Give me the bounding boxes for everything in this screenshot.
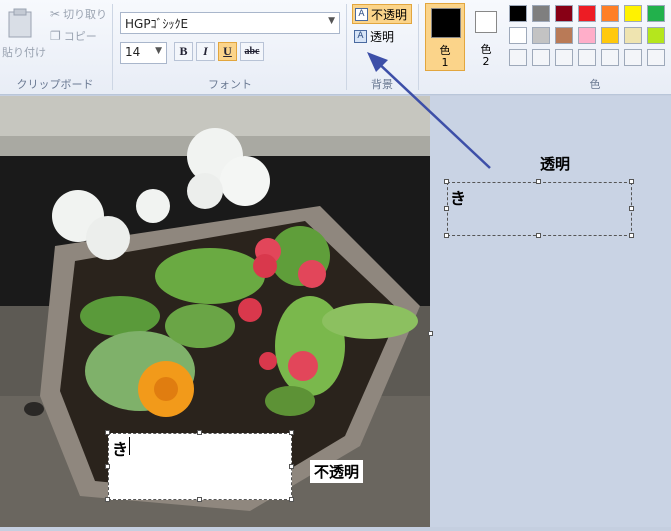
italic-button[interactable]: I — [196, 42, 215, 61]
color2-swatch — [475, 11, 497, 33]
font-size-value: 14 — [125, 45, 141, 59]
resize-handle[interactable] — [629, 233, 634, 238]
bold-button[interactable]: B — [174, 42, 193, 61]
resize-handle[interactable] — [536, 179, 541, 184]
transparent-icon: A — [354, 29, 367, 43]
paste-label: 貼り付け — [2, 46, 46, 59]
palette-swatch[interactable] — [509, 5, 527, 22]
transparent-label: 透明 — [370, 29, 395, 44]
palette-swatch[interactable] — [624, 5, 642, 22]
font-name-select[interactable]: HGPｺﾞｼｯｸE ▼ — [120, 12, 340, 34]
opaque-text-box[interactable]: き — [108, 433, 292, 500]
opaque-caption: 不透明 — [310, 460, 364, 483]
chevron-down-icon: ▼ — [328, 16, 335, 26]
paint-canvas[interactable]: き 不透明 — [0, 96, 430, 527]
palette-swatch[interactable] — [555, 49, 573, 66]
color2-number: 2 — [482, 55, 490, 68]
copy-button[interactable]: ❐ コピー — [50, 28, 97, 44]
separator — [418, 4, 419, 90]
separator — [112, 4, 113, 90]
resize-handle[interactable] — [289, 497, 294, 502]
colors-group-label: 色 — [589, 78, 601, 91]
resize-handle[interactable] — [105, 497, 110, 502]
cut-label: 切り取り — [63, 8, 108, 21]
resize-handle[interactable] — [105, 464, 110, 469]
palette-swatch[interactable] — [647, 49, 665, 66]
palette-swatch[interactable] — [624, 27, 642, 44]
separator — [346, 4, 347, 90]
palette-swatch[interactable] — [578, 49, 596, 66]
ribbon: 貼り付け ✂ 切り取り ❐ コピー クリップボード HGPｺﾞｼｯｸE ▼ 14… — [0, 0, 671, 95]
font-name-value: HGPｺﾞｼｯｸE — [125, 17, 189, 31]
palette-swatch[interactable] — [555, 5, 573, 22]
palette-swatch[interactable] — [532, 27, 550, 44]
transparent-button[interactable]: A 透明 — [352, 26, 412, 46]
clipboard-icon — [8, 8, 32, 38]
transparent-caption: 透明 — [540, 155, 571, 173]
palette-swatch[interactable] — [578, 5, 596, 22]
scissors-icon: ✂ — [50, 7, 61, 21]
font-size-select[interactable]: 14 ▼ — [120, 42, 167, 64]
resize-handle[interactable] — [444, 179, 449, 184]
color2-button[interactable]: 色 2 — [470, 3, 502, 71]
canvas-background-area: 透明 き — [428, 96, 671, 527]
palette-swatch[interactable] — [532, 49, 550, 66]
palette-swatch[interactable] — [601, 49, 619, 66]
copy-label: コピー — [63, 30, 97, 43]
palette-swatch[interactable] — [578, 27, 596, 44]
resize-handle[interactable] — [536, 233, 541, 238]
text-box-char: き — [450, 189, 467, 208]
palette-swatch[interactable] — [532, 5, 550, 22]
resize-handle[interactable] — [444, 206, 449, 211]
resize-handle[interactable] — [629, 206, 634, 211]
resize-handle[interactable] — [289, 430, 294, 435]
transparent-text-box[interactable]: き — [447, 182, 632, 236]
resize-handle[interactable] — [629, 179, 634, 184]
palette-swatch[interactable] — [601, 5, 619, 22]
color1-swatch — [431, 8, 461, 38]
palette-swatch[interactable] — [647, 27, 665, 44]
clipboard-group-label: クリップボード — [16, 78, 94, 91]
background-group-label: 背景 — [371, 78, 393, 91]
palette-swatch[interactable] — [647, 5, 665, 22]
cut-button[interactable]: ✂ 切り取り — [50, 6, 107, 22]
chevron-down-icon: ▼ — [155, 46, 162, 56]
text-box-char: き — [112, 440, 129, 459]
canvas-resize-handle[interactable] — [428, 331, 433, 336]
palette-swatch[interactable] — [509, 49, 527, 66]
opaque-label: 不透明 — [371, 7, 408, 22]
color1-button[interactable]: 色 1 — [425, 3, 465, 71]
opaque-button[interactable]: A 不透明 — [352, 4, 412, 24]
resize-handle[interactable] — [197, 430, 202, 435]
underline-button[interactable]: U — [218, 42, 237, 61]
resize-handle[interactable] — [289, 464, 294, 469]
palette-swatch[interactable] — [624, 49, 642, 66]
font-group-label: フォント — [208, 78, 252, 91]
resize-handle[interactable] — [444, 233, 449, 238]
palette-swatch[interactable] — [509, 27, 527, 44]
strikethrough-button[interactable]: abc — [240, 42, 264, 61]
opaque-icon: A — [355, 7, 368, 21]
palette-swatch[interactable] — [555, 27, 573, 44]
palette-swatch[interactable] — [601, 27, 619, 44]
text-cursor — [129, 437, 130, 455]
paste-button[interactable]: 貼り付け — [2, 6, 46, 66]
copy-icon: ❐ — [50, 29, 61, 43]
resize-handle[interactable] — [197, 497, 202, 502]
color1-number: 1 — [441, 56, 449, 69]
resize-handle[interactable] — [105, 430, 110, 435]
